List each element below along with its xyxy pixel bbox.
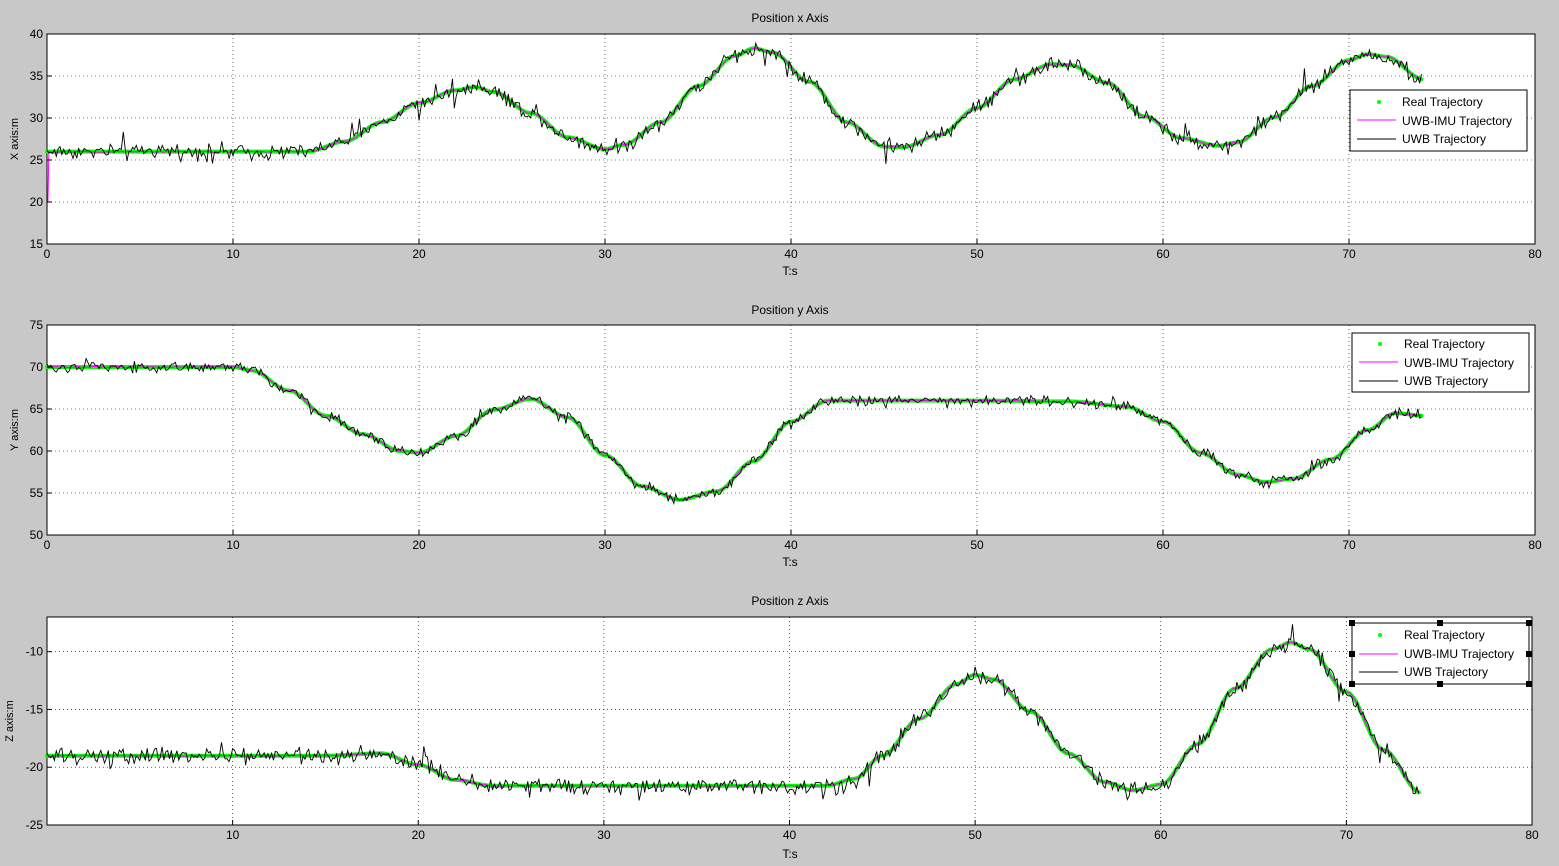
- y-tick-label: -15: [26, 702, 44, 716]
- legend-x-real-marker: [1377, 100, 1381, 104]
- selection-handle[interactable]: [1526, 681, 1532, 687]
- y-tick-label: -25: [26, 818, 44, 832]
- legend-x-uwbimu-label: UWB-IMU Trajectory: [1402, 114, 1512, 128]
- x-tick-label: 50: [968, 828, 982, 842]
- x-tick-label: 70: [1340, 828, 1354, 842]
- x-tick-label: 0: [44, 538, 51, 552]
- selection-handle[interactable]: [1437, 681, 1443, 687]
- y-tick-label: 75: [30, 318, 44, 332]
- selection-handle[interactable]: [1526, 620, 1532, 626]
- x-tick-label: 80: [1525, 828, 1539, 842]
- selection-handle[interactable]: [1526, 651, 1532, 657]
- x-tick-label: 40: [783, 828, 797, 842]
- legend-y-uwb-label: UWB Trajectory: [1404, 374, 1488, 388]
- selection-handle[interactable]: [1437, 620, 1443, 626]
- axes-x-title: Position x Axis: [751, 11, 828, 25]
- x-tick-label: 30: [597, 828, 611, 842]
- x-tick-label: 20: [412, 247, 426, 261]
- x-tick-label: 20: [412, 538, 426, 552]
- x-tick-label: 80: [1528, 247, 1542, 261]
- figure: 0 10 20 30 40 50 60 70 80 15 20 25 30 35 40 Position x…: [0, 0, 1559, 866]
- y-tick-label: 20: [30, 195, 44, 209]
- subplot-x[interactable]: 0 10 20 30 40 50 60 70 80 15 20 25 30 35 40 Position x…: [9, 11, 1542, 278]
- legend-y-real-label: Real Trajectory: [1404, 337, 1485, 351]
- legend-y-real-marker: [1378, 342, 1382, 346]
- legend-x-uwb-label: UWB Trajectory: [1402, 132, 1486, 146]
- legend-x-real-label: Real Trajectory: [1402, 95, 1483, 109]
- subplot-y[interactable]: 0 10 20 30 40 50 60 70 80 50 55 60 65 70 75 Position y…: [9, 303, 1542, 569]
- x-tick-label: 50: [970, 247, 984, 261]
- legend-y-uwbimu-label: UWB-IMU Trajectory: [1404, 356, 1514, 370]
- x-tick-label: 60: [1156, 247, 1170, 261]
- selection-handle[interactable]: [1349, 681, 1355, 687]
- x-tick-label: 60: [1156, 538, 1170, 552]
- y-tick-label: 25: [30, 153, 44, 167]
- y-tick-label: 65: [30, 402, 44, 416]
- selection-handle[interactable]: [1349, 620, 1355, 626]
- y-tick-label: 35: [30, 69, 44, 83]
- axes-x-xlabel: T:s: [782, 264, 797, 278]
- x-tick-label: 30: [598, 538, 612, 552]
- y-tick-label: -20: [26, 760, 44, 774]
- x-tick-label: 40: [784, 247, 798, 261]
- axes-x-ylabel: X axis:m: [9, 118, 21, 160]
- x-tick-label: 80: [1528, 538, 1542, 552]
- x-tick-label: 30: [598, 247, 612, 261]
- x-tick-label: 70: [1342, 247, 1356, 261]
- axes-z-ylabel: Z axis:m: [4, 700, 16, 742]
- legend-z[interactable]: Real Trajectory UWB-IMU Trajectory UWB T…: [1349, 620, 1532, 687]
- legend-x[interactable]: Real Trajectory UWB-IMU Trajectory UWB T…: [1349, 89, 1528, 152]
- x-tick-label: 60: [1154, 828, 1168, 842]
- x-tick-label: 40: [784, 538, 798, 552]
- x-tick-label: 20: [412, 828, 426, 842]
- y-tick-label: -10: [26, 645, 44, 659]
- axes-z-xlabel: T:s: [782, 847, 797, 861]
- y-tick-label: 60: [30, 444, 44, 458]
- y-tick-label: 50: [30, 528, 44, 542]
- y-tick-label: 30: [30, 111, 44, 125]
- x-tick-label: 10: [226, 247, 240, 261]
- x-tick-label: 10: [226, 828, 240, 842]
- axes-y-xlabel: T:s: [782, 555, 797, 569]
- x-tick-label: 0: [44, 247, 51, 261]
- y-tick-label: 55: [30, 486, 44, 500]
- y-tick-label: 40: [30, 27, 44, 41]
- selection-handle[interactable]: [1349, 651, 1355, 657]
- y-tick-label: 70: [30, 360, 44, 374]
- legend-z-real-marker: [1378, 633, 1382, 637]
- axes-y-title: Position y Axis: [751, 303, 828, 317]
- legend-z-uwb-label: UWB Trajectory: [1404, 665, 1488, 679]
- axes-y-ylabel: Y axis:m: [9, 409, 21, 451]
- legend-z-real-label: Real Trajectory: [1404, 628, 1485, 642]
- x-tick-label: 10: [226, 538, 240, 552]
- x-tick-label: 50: [970, 538, 984, 552]
- x-tick-label: 70: [1342, 538, 1356, 552]
- y-tick-label: 15: [30, 237, 44, 251]
- legend-z-uwbimu-label: UWB-IMU Trajectory: [1404, 647, 1514, 661]
- axes-z-title: Position z Axis: [751, 594, 828, 608]
- legend-y[interactable]: Real Trajectory UWB-IMU Trajectory UWB T…: [1351, 332, 1530, 393]
- subplot-z[interactable]: 10 20 30 40 50 60 70 80 -25 -20 -15 -10 Position z …: [4, 594, 1539, 861]
